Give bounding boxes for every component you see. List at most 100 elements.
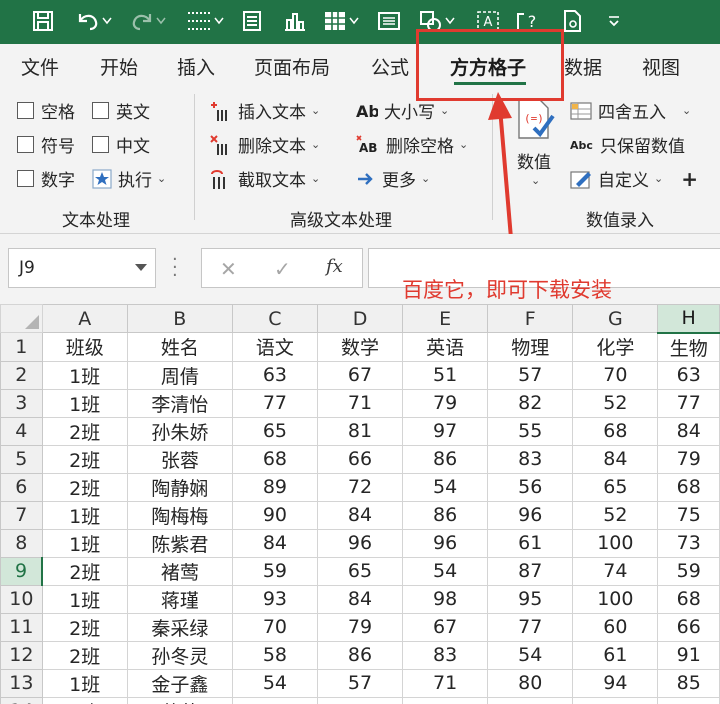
cell[interactable]: 54: [402, 556, 489, 586]
cell[interactable]: [657, 696, 720, 704]
cell[interactable]: 66: [657, 612, 720, 642]
cell[interactable]: 67: [316, 360, 404, 390]
cell[interactable]: 68: [572, 416, 659, 446]
execute-button[interactable]: 执行 ⌄: [92, 166, 166, 191]
cell[interactable]: 77: [657, 388, 720, 418]
cell[interactable]: 86: [402, 500, 489, 530]
cell[interactable]: 84: [572, 444, 659, 474]
cell[interactable]: 55: [487, 416, 574, 446]
tab-insert[interactable]: 插入: [177, 53, 215, 80]
tab-view[interactable]: 视图: [642, 53, 680, 80]
delete-space-button[interactable]: AB 删除空格 ⌄: [356, 132, 468, 157]
cell[interactable]: 71: [316, 388, 404, 418]
cell[interactable]: 苏蓉: [126, 696, 233, 704]
cell[interactable]: [487, 696, 574, 704]
name-box[interactable]: J9: [8, 248, 156, 288]
checkbox-symbol[interactable]: 符号: [17, 132, 75, 157]
cell[interactable]: 秦采绿: [126, 612, 233, 642]
cell[interactable]: 59: [657, 556, 720, 586]
checkbox-box[interactable]: [17, 170, 34, 187]
column-header-d[interactable]: D: [316, 304, 404, 333]
column-header-g[interactable]: G: [572, 304, 659, 333]
cell[interactable]: 1班: [41, 388, 128, 418]
customize-icon[interactable]: [602, 6, 626, 36]
cell[interactable]: 60: [572, 612, 659, 642]
resize-handle-icon[interactable]: · · ·: [172, 251, 178, 285]
cell[interactable]: 73: [657, 528, 720, 558]
save-icon[interactable]: [28, 6, 58, 36]
cell[interactable]: 100: [572, 584, 659, 614]
cell[interactable]: 79: [657, 444, 720, 474]
table-grid-icon[interactable]: [318, 6, 364, 36]
cell[interactable]: [572, 696, 659, 704]
cell[interactable]: 2班: [41, 444, 128, 474]
undo-icon[interactable]: [72, 6, 116, 36]
cell[interactable]: 生物: [657, 332, 720, 362]
cell[interactable]: 93: [231, 584, 318, 614]
cell[interactable]: 87: [487, 556, 574, 586]
cell[interactable]: 63: [657, 360, 720, 390]
row-header[interactable]: 6: [0, 472, 43, 502]
form-icon[interactable]: [238, 6, 266, 36]
row-header[interactable]: 9: [0, 556, 44, 586]
checkbox-box[interactable]: [92, 102, 109, 119]
cell[interactable]: 61: [487, 528, 574, 558]
cell[interactable]: 数学: [316, 332, 404, 362]
cell[interactable]: 化学: [572, 332, 659, 362]
cell[interactable]: 77: [487, 612, 574, 642]
cell[interactable]: 84: [231, 528, 318, 558]
cell[interactable]: 96: [487, 500, 574, 530]
cell[interactable]: 2班: [41, 696, 128, 704]
row-header[interactable]: 7: [0, 500, 43, 530]
more-button[interactable]: 更多 ⌄: [356, 166, 430, 191]
cell[interactable]: 物理: [487, 332, 574, 362]
cell[interactable]: 51: [402, 360, 489, 390]
column-header-c[interactable]: C: [231, 304, 318, 333]
cell[interactable]: 74: [572, 556, 659, 586]
case-button[interactable]: Ab 大小写 ⌄: [356, 98, 449, 124]
row-header[interactable]: 11: [0, 612, 43, 642]
borders-icon[interactable]: [182, 6, 228, 36]
cell[interactable]: 84: [316, 500, 404, 530]
cell[interactable]: 张蓉: [126, 444, 233, 474]
chevron-down-icon[interactable]: [135, 264, 147, 271]
redo-icon[interactable]: [126, 6, 170, 36]
tab-home[interactable]: 开始: [100, 53, 138, 80]
cell[interactable]: 孙冬灵: [126, 640, 233, 670]
checkbox-space[interactable]: 空格: [17, 98, 75, 123]
cell[interactable]: 57: [487, 360, 574, 390]
cell[interactable]: 81: [316, 416, 404, 446]
cell[interactable]: 1班: [41, 528, 128, 558]
cell[interactable]: 83: [402, 640, 489, 670]
cell[interactable]: 54: [231, 668, 318, 698]
cell[interactable]: 褚莺: [126, 556, 233, 586]
column-header-a[interactable]: A: [41, 304, 128, 333]
cell[interactable]: 英语: [402, 332, 489, 362]
column-header-f[interactable]: F: [487, 304, 574, 333]
cell[interactable]: 58: [231, 640, 318, 670]
custom-button[interactable]: 自定义 ⌄ +: [570, 166, 698, 191]
text-frame-icon[interactable]: [374, 6, 404, 36]
cell[interactable]: 2班: [41, 640, 128, 670]
cell[interactable]: 孙朱娇: [126, 416, 233, 446]
cell[interactable]: 100: [572, 528, 659, 558]
cancel-icon[interactable]: ✕: [220, 257, 237, 281]
cell[interactable]: 90: [231, 500, 318, 530]
cell[interactable]: 陶梅梅: [126, 500, 233, 530]
insert-text-button[interactable]: 插入文本 ⌄: [210, 98, 320, 123]
checkbox-english[interactable]: 英文: [92, 98, 150, 123]
cell[interactable]: 84: [316, 584, 404, 614]
cell[interactable]: 姓名: [126, 332, 233, 362]
cell[interactable]: [231, 696, 318, 704]
cell[interactable]: 79: [402, 388, 489, 418]
cell[interactable]: 54: [402, 472, 489, 502]
cell[interactable]: 57: [316, 668, 404, 698]
cell[interactable]: 86: [402, 444, 489, 474]
cell[interactable]: 54: [487, 640, 574, 670]
extract-text-button[interactable]: 截取文本 ⌄: [210, 166, 320, 191]
checkbox-number[interactable]: 数字: [17, 166, 75, 191]
cell[interactable]: 97: [402, 416, 489, 446]
cell[interactable]: 66: [316, 444, 404, 474]
cell[interactable]: 2班: [41, 472, 128, 502]
cell[interactable]: 蒋瑾: [126, 584, 233, 614]
